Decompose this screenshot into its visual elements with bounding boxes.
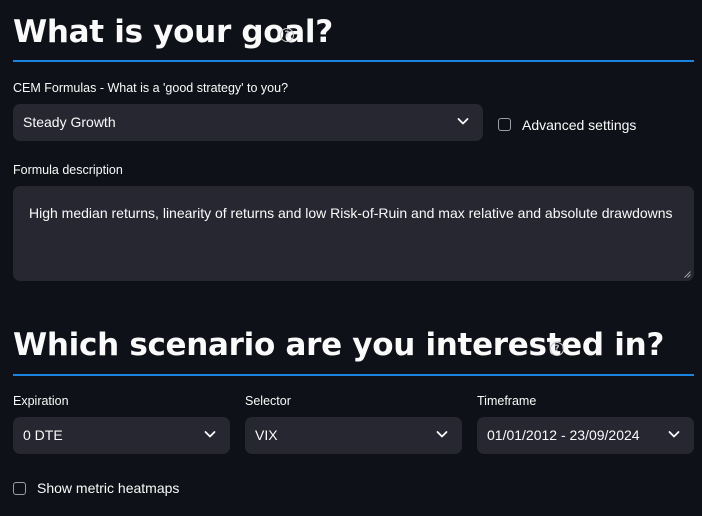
formula-label: CEM Formulas - What is a 'good strategy'… bbox=[13, 81, 289, 95]
selector-label: Selector bbox=[245, 394, 291, 408]
formula-select[interactable]: Steady Growth bbox=[13, 104, 483, 141]
scenario-heading: Which scenario are you interested in? bbox=[13, 327, 665, 363]
timeframe-label: Timeframe bbox=[477, 394, 537, 408]
scenario-help-icon[interactable]: ? bbox=[550, 342, 564, 356]
timeframe-select[interactable]: 01/01/2012 - 23/09/2024 bbox=[477, 417, 694, 454]
heatmaps-checkbox[interactable] bbox=[13, 482, 26, 495]
expiration-select[interactable]: 0 DTE bbox=[13, 417, 230, 454]
chevron-down-icon bbox=[668, 431, 680, 438]
resize-handle-icon[interactable] bbox=[684, 271, 691, 278]
scenario-divider bbox=[13, 374, 694, 376]
page: What is your goal? ? CEM Formulas - What… bbox=[0, 0, 702, 516]
chevron-down-icon bbox=[436, 431, 448, 438]
description-label: Formula description bbox=[13, 163, 123, 177]
timeframe-select-value: 01/01/2012 - 23/09/2024 bbox=[487, 427, 640, 443]
formula-select-value: Steady Growth bbox=[23, 114, 116, 130]
expiration-label: Expiration bbox=[13, 394, 69, 408]
selector-select[interactable]: VIX bbox=[245, 417, 462, 454]
advanced-settings-checkbox[interactable] bbox=[498, 118, 511, 131]
chevron-down-icon bbox=[204, 431, 216, 438]
description-text: High median returns, linearity of return… bbox=[29, 205, 673, 221]
selector-select-value: VIX bbox=[255, 427, 278, 443]
goal-help-icon[interactable]: ? bbox=[280, 28, 294, 42]
expiration-select-value: 0 DTE bbox=[23, 427, 63, 443]
description-textarea[interactable]: High median returns, linearity of return… bbox=[13, 186, 694, 281]
goal-divider bbox=[13, 60, 694, 62]
advanced-settings-label[interactable]: Advanced settings bbox=[522, 117, 636, 133]
chevron-down-icon bbox=[457, 118, 469, 125]
heatmaps-label[interactable]: Show metric heatmaps bbox=[37, 480, 179, 496]
